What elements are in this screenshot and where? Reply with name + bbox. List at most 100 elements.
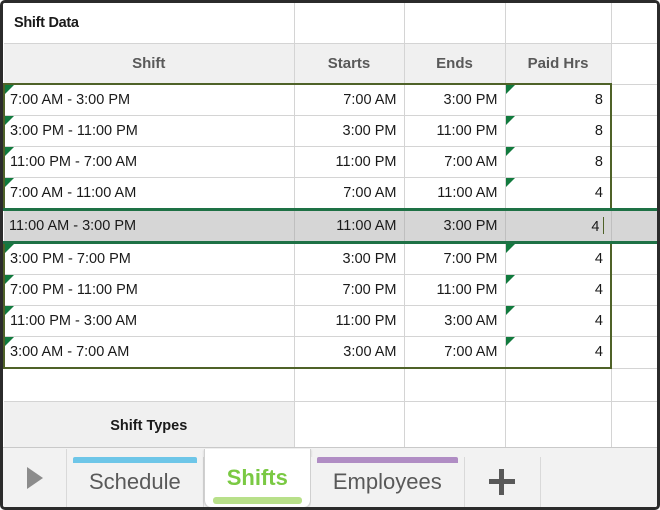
cell-empty[interactable]	[611, 3, 657, 44]
column-header-shift[interactable]: Shift	[4, 44, 294, 85]
table-row[interactable]: 3:00 AM - 7:00 AM 3:00 AM7:00 AM4	[4, 337, 657, 369]
sheet-tab-accent	[73, 457, 197, 463]
cell-paid-hrs-active[interactable]: 4	[505, 210, 611, 243]
cell-shift[interactable]: 3:00 PM - 7:00 PM	[4, 243, 294, 275]
sheet-tab-schedule[interactable]: Schedule	[67, 457, 204, 507]
cell-empty[interactable]	[611, 84, 657, 116]
cell-starts[interactable]: 7:00 AM	[294, 84, 404, 116]
cell-text: 4	[595, 313, 603, 329]
cell-empty[interactable]	[611, 116, 657, 147]
cell-text: 3:00 PM	[444, 92, 498, 108]
cell-empty[interactable]	[611, 147, 657, 178]
cell-empty[interactable]	[611, 243, 657, 275]
cell-shift[interactable]: 11:00 PM - 7:00 AM	[4, 147, 294, 178]
cell-ends[interactable]: 3:00 PM	[404, 210, 505, 243]
cell-paid-hrs[interactable]: 8	[505, 147, 611, 178]
cell-text: 11:00 PM - 7:00 AM	[10, 154, 137, 170]
cell-starts[interactable]: 3:00 PM	[294, 243, 404, 275]
table-row[interactable]: 11:00 PM - 7:00 AM 11:00 PM7:00 AM8	[4, 147, 657, 178]
table-row[interactable]: 3:00 PM - 7:00 PM3:00 PM7:00 PM4	[4, 243, 657, 275]
cell-empty[interactable]	[611, 306, 657, 337]
cell-starts[interactable]: 3:00 PM	[294, 116, 404, 147]
cell-paid-hrs[interactable]: 4	[505, 178, 611, 210]
add-sheet-button[interactable]	[465, 457, 541, 507]
error-flag-icon	[506, 116, 515, 125]
cell-text: 4	[591, 219, 599, 235]
cell-paid-hrs[interactable]: 8	[505, 116, 611, 147]
cell-empty[interactable]	[505, 402, 611, 448]
cell-paid-hrs[interactable]: 4	[505, 275, 611, 306]
cell-empty[interactable]	[611, 210, 657, 243]
cell-paid-hrs[interactable]: 4	[505, 243, 611, 275]
spacer-row	[4, 368, 657, 402]
cell-empty[interactable]	[404, 402, 505, 448]
cell-ends[interactable]: 3:00 AM	[404, 306, 505, 337]
cell-text: 11:00 PM	[437, 123, 498, 139]
shift-types-header[interactable]: Shift Types	[4, 402, 294, 448]
cell-ends[interactable]: 7:00 AM	[404, 147, 505, 178]
cell-empty[interactable]	[611, 337, 657, 369]
cell-shift[interactable]: 3:00 AM - 7:00 AM	[4, 337, 294, 369]
tab-bar-filler	[541, 457, 657, 507]
cell-paid-hrs[interactable]: 4	[505, 337, 611, 369]
cell-empty[interactable]	[404, 368, 505, 402]
sheet-tab-label: Employees	[333, 469, 442, 495]
cell-starts[interactable]: 11:00 PM	[294, 306, 404, 337]
cell-shift[interactable]: 11:00 PM - 3:00 AM	[4, 306, 294, 337]
table-row[interactable]: 7:00 AM - 11:00 AM7:00 AM11:00 AM4	[4, 178, 657, 210]
column-header-paid-hrs[interactable]: Paid Hrs	[505, 44, 611, 85]
cell-empty[interactable]	[611, 275, 657, 306]
cell-ends[interactable]: 7:00 AM	[404, 337, 505, 369]
cell-shift[interactable]: 7:00 AM - 11:00 AM	[4, 178, 294, 210]
sheet-tab-employees[interactable]: Employees	[311, 457, 465, 507]
table-row[interactable]: 7:00 AM - 3:00 PM7:00 AM 3:00 PM 8	[4, 84, 657, 116]
next-sheet-button[interactable]	[3, 449, 67, 507]
cell-text: 3:00 AM - 7:00 AM	[10, 344, 129, 360]
cell-paid-hrs[interactable]: 8	[505, 84, 611, 116]
cell-shift[interactable]: 11:00 AM - 3:00 PM	[4, 210, 294, 243]
column-header-starts[interactable]: Starts	[294, 44, 404, 85]
column-header-text: Ends	[436, 55, 473, 72]
sheet-tab-bar: Schedule Shifts Employees	[3, 447, 657, 507]
cell-empty[interactable]	[294, 368, 404, 402]
worksheet-grid[interactable]: Shift DataShiftStartsEndsPaid Hrs7:00 AM…	[3, 3, 657, 447]
cell-starts[interactable]: 3:00 AM	[294, 337, 404, 369]
cell-paid-hrs[interactable]: 4	[505, 306, 611, 337]
table-row-selected[interactable]: 11:00 AM - 3:00 PM11:00 AM3:00 PM 4	[4, 210, 657, 243]
shift-types-header-text: Shift Types	[110, 418, 187, 434]
cell-ends[interactable]: 11:00 PM	[404, 275, 505, 306]
table-row[interactable]: 7:00 PM - 11:00 PM7:00 PM 11:00 PM 4	[4, 275, 657, 306]
sheet-tab-shifts[interactable]: Shifts	[204, 449, 311, 507]
cell-shift[interactable]: 7:00 PM - 11:00 PM	[4, 275, 294, 306]
cell-empty[interactable]	[611, 402, 657, 448]
cell-shift[interactable]: 7:00 AM - 3:00 PM	[4, 84, 294, 116]
cell-empty[interactable]	[611, 178, 657, 210]
title-row: Shift Data	[4, 3, 657, 44]
error-flag-icon	[506, 147, 515, 156]
cell-starts[interactable]: 7:00 AM	[294, 178, 404, 210]
spreadsheet-window: Shift DataShiftStartsEndsPaid Hrs7:00 AM…	[0, 0, 660, 510]
cell-ends[interactable]: 7:00 PM	[404, 243, 505, 275]
cell-ends[interactable]: 3:00 PM	[404, 84, 505, 116]
cell-empty[interactable]	[4, 368, 294, 402]
cell-text: 11:00 PM	[437, 282, 498, 298]
cell-starts[interactable]: 7:00 PM	[294, 275, 404, 306]
table-row[interactable]: 11:00 PM - 3:00 AM 11:00 PM 3:00 AM 4	[4, 306, 657, 337]
cell-empty[interactable]	[611, 44, 657, 85]
column-header-ends[interactable]: Ends	[404, 44, 505, 85]
cell-ends[interactable]: 11:00 PM	[404, 116, 505, 147]
cell-empty[interactable]	[611, 368, 657, 402]
sheet-tab-label: Schedule	[89, 469, 181, 495]
cell-empty[interactable]	[404, 3, 505, 44]
cell-empty[interactable]	[294, 3, 404, 44]
cell-shift[interactable]: 3:00 PM - 11:00 PM	[4, 116, 294, 147]
cell-starts[interactable]: 11:00 AM	[294, 210, 404, 243]
cell-starts[interactable]: 11:00 PM	[294, 147, 404, 178]
page-title[interactable]: Shift Data	[4, 3, 294, 44]
cell-empty[interactable]	[294, 402, 404, 448]
cell-empty[interactable]	[505, 3, 611, 44]
cell-ends[interactable]: 11:00 AM	[404, 178, 505, 210]
cell-empty[interactable]	[505, 368, 611, 402]
table-row[interactable]: 3:00 PM - 11:00 PM3:00 PM 11:00 PM 8	[4, 116, 657, 147]
cell-text: 11:00 PM	[336, 313, 397, 329]
